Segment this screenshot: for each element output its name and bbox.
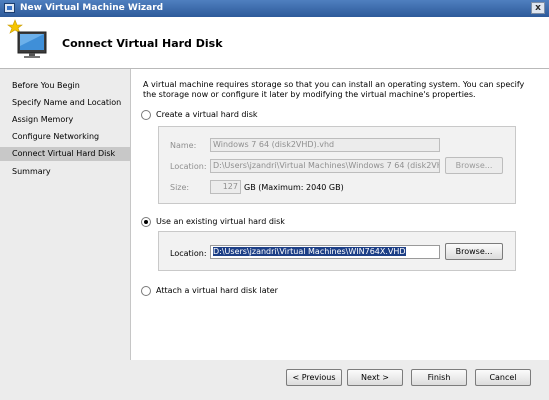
cancel-button[interactable]: Cancel bbox=[475, 369, 531, 386]
nav-item-assign-memory[interactable]: Assign Memory bbox=[0, 113, 130, 127]
create-size-label: Size: bbox=[170, 183, 190, 192]
finish-button[interactable]: Finish bbox=[411, 369, 467, 386]
existing-vhd-radio[interactable] bbox=[141, 217, 151, 227]
attach-later-label[interactable]: Attach a virtual hard disk later bbox=[156, 286, 278, 295]
create-size-field[interactable]: 127 bbox=[210, 180, 241, 194]
nav-item-summary[interactable]: Summary bbox=[0, 165, 130, 179]
nav-item-configure-networking[interactable]: Configure Networking bbox=[0, 130, 130, 144]
next-button[interactable]: Next > bbox=[347, 369, 403, 386]
intro-text: A virtual machine requires storage so th… bbox=[143, 80, 525, 99]
title-bar: New Virtual Machine Wizard x bbox=[0, 0, 549, 17]
wizard-header: Connect Virtual Hard Disk bbox=[0, 17, 549, 69]
existing-location-value: D:\Users\jzandri\Virtual Machines\WIN764… bbox=[213, 247, 406, 256]
create-location-label: Location: bbox=[170, 162, 207, 171]
wizard-monitor-icon bbox=[7, 19, 47, 58]
window-title: New Virtual Machine Wizard bbox=[20, 3, 164, 13]
app-icon bbox=[4, 3, 15, 13]
close-button[interactable]: x bbox=[531, 2, 545, 14]
nav-item-connect-vhd[interactable]: Connect Virtual Hard Disk bbox=[0, 147, 130, 161]
previous-button[interactable]: < Previous bbox=[286, 369, 342, 386]
create-size-suffix: GB (Maximum: 2040 GB) bbox=[244, 183, 344, 192]
existing-location-label: Location: bbox=[170, 249, 207, 258]
existing-browse-button[interactable]: Browse... bbox=[445, 243, 503, 260]
nav-item-specify-name[interactable]: Specify Name and Location bbox=[0, 96, 130, 110]
create-vhd-radio[interactable] bbox=[141, 110, 151, 120]
existing-vhd-label[interactable]: Use an existing virtual hard disk bbox=[156, 217, 285, 226]
existing-location-field[interactable]: D:\Users\jzandri\Virtual Machines\WIN764… bbox=[210, 245, 440, 259]
create-location-field[interactable]: D:\Users\jzandri\Virtual Machines\Window… bbox=[210, 159, 440, 173]
nav-item-before-you-begin[interactable]: Before You Begin bbox=[0, 79, 130, 93]
create-vhd-label[interactable]: Create a virtual hard disk bbox=[156, 110, 258, 119]
create-name-label: Name: bbox=[170, 141, 197, 150]
create-browse-button[interactable]: Browse... bbox=[445, 157, 503, 174]
wizard-nav: Before You Begin Specify Name and Locati… bbox=[0, 69, 130, 360]
attach-later-radio[interactable] bbox=[141, 286, 151, 296]
create-name-field[interactable]: Windows 7 64 (disk2VHD).vhd bbox=[210, 138, 440, 152]
page-title: Connect Virtual Hard Disk bbox=[62, 37, 223, 50]
